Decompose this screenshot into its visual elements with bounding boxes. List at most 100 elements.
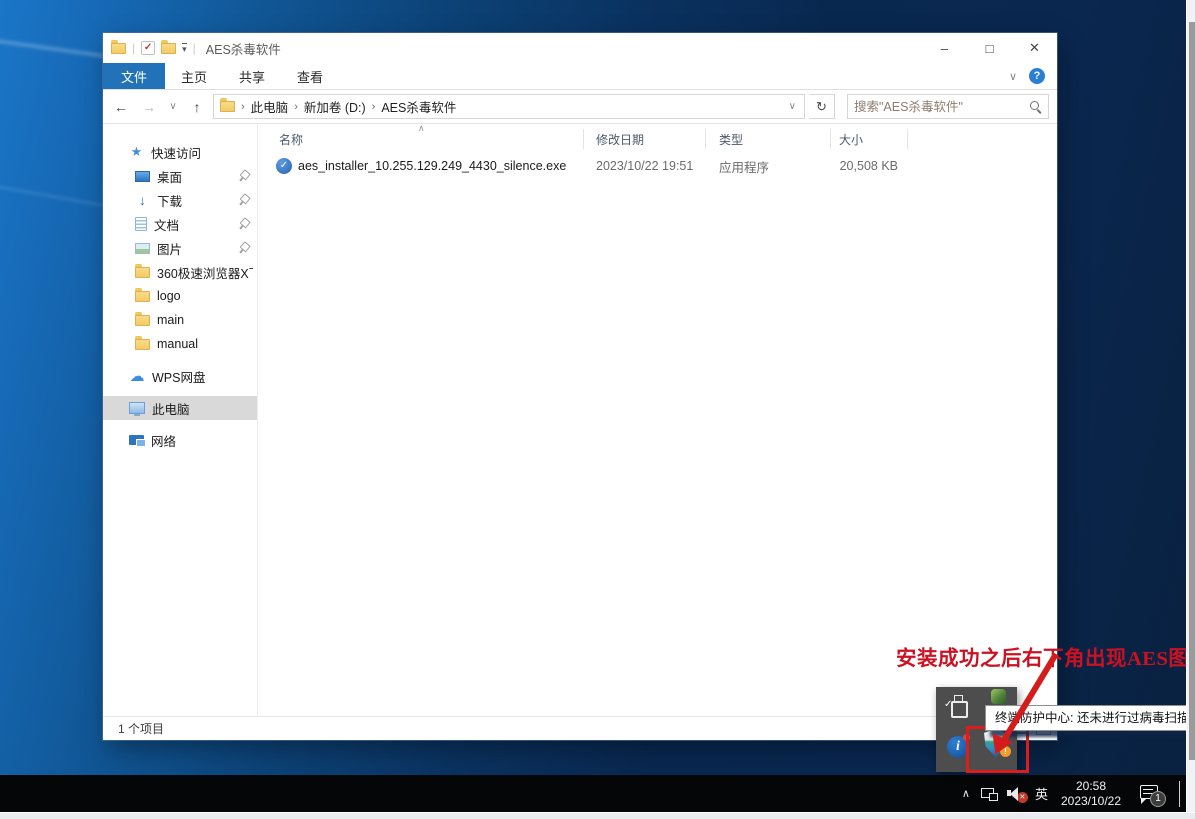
column-header-date-modified[interactable]: 修改日期 xyxy=(584,129,706,149)
column-header-type[interactable]: 类型 xyxy=(706,129,831,149)
search-icon[interactable] xyxy=(1029,100,1042,113)
network-tray-icon[interactable] xyxy=(981,787,998,801)
sidebar-item-label: main xyxy=(157,313,184,327)
usb-device-icon[interactable] xyxy=(950,695,966,717)
back-button[interactable]: ← xyxy=(109,95,133,119)
tab-view[interactable]: 查看 xyxy=(281,63,339,89)
tab-share[interactable]: 共享 xyxy=(223,63,281,89)
qat-dropdown-icon[interactable]: ▾ xyxy=(182,43,187,53)
sidebar-item-360-browser-downloads[interactable]: 360极速浏览器X下载 xyxy=(103,260,257,284)
viewer-horizontal-scrollbar[interactable] xyxy=(0,812,1195,819)
breadcrumb-separator: › xyxy=(241,101,245,113)
forward-button[interactable]: → xyxy=(137,95,161,119)
viewer-vertical-scrollbar[interactable] xyxy=(1186,0,1195,812)
sidebar-item-label: WPS网盘 xyxy=(152,367,205,386)
ime-indicator[interactable]: 英 xyxy=(1035,784,1048,803)
sidebar-item-label: 文档 xyxy=(154,215,179,234)
sidebar-item-desktop[interactable]: 桌面 xyxy=(103,164,257,188)
maximize-button[interactable]: □ xyxy=(967,33,1012,63)
pin-icon xyxy=(235,216,251,232)
separator: | xyxy=(132,41,135,55)
sidebar-item-wps-cloud[interactable]: ☁ WPS网盘 xyxy=(103,364,257,388)
navigation-pane: ★ 快速访问 桌面 ↓ 下载 文档 图片 xyxy=(103,124,258,716)
ribbon-collapse-icon[interactable]: ∨ xyxy=(1009,70,1017,83)
sidebar-item-pictures[interactable]: 图片 xyxy=(103,236,257,260)
show-desktop-separator[interactable] xyxy=(1179,781,1180,807)
ribbon-tabs: 文件 主页 共享 查看 ∨ ? xyxy=(103,63,1057,90)
column-header-size[interactable]: 大小 xyxy=(831,129,908,149)
sidebar-item-network[interactable]: 网络 xyxy=(103,428,257,452)
sidebar-item-main[interactable]: main xyxy=(103,308,257,332)
file-list-pane: ∧ 名称 修改日期 类型 大小 ✓ aes_installer_10.255.1… xyxy=(258,124,1057,716)
column-headers: ∧ 名称 修改日期 类型 大小 xyxy=(258,124,1057,154)
sidebar-item-documents[interactable]: 文档 xyxy=(103,212,257,236)
properties-check-icon[interactable]: ✓ xyxy=(141,41,155,55)
file-row[interactable]: ✓ aes_installer_10.255.129.249_4430_sile… xyxy=(258,154,1057,178)
ribbon-right-controls: ∨ ? xyxy=(1009,63,1057,89)
taskbar[interactable]: ∧ ✕ 英 20:58 2023/10/22 1 xyxy=(0,775,1186,812)
cloud-icon: ☁ xyxy=(129,367,145,385)
breadcrumb-this-pc[interactable]: 此电脑 xyxy=(251,97,289,116)
pin-icon xyxy=(235,192,251,208)
volume-muted-icon[interactable]: ✕ xyxy=(1007,786,1026,801)
file-type-cell: 应用程序 xyxy=(706,157,831,176)
file-name: aes_installer_10.255.129.249_4430_silenc… xyxy=(298,159,566,173)
tab-home[interactable]: 主页 xyxy=(165,63,223,89)
sidebar-item-label: 图片 xyxy=(157,239,182,258)
system-tray: ∧ ✕ 英 20:58 2023/10/22 1 xyxy=(960,775,1180,812)
sidebar-item-label: 快速访问 xyxy=(151,143,201,162)
history-dropdown-icon[interactable]: ∨ xyxy=(165,95,181,119)
network-icon xyxy=(129,435,144,445)
breadcrumb-drive-d[interactable]: 新加卷 (D:) xyxy=(304,97,366,116)
picture-icon xyxy=(135,243,150,254)
sidebar-item-downloads[interactable]: ↓ 下载 xyxy=(103,188,257,212)
sidebar-item-label: 桌面 xyxy=(157,167,182,186)
pin-icon xyxy=(235,168,251,184)
notification-badge: 1 xyxy=(1150,791,1166,807)
sidebar-item-logo[interactable]: logo xyxy=(103,284,257,308)
computer-icon xyxy=(129,402,145,414)
show-hidden-icons-icon[interactable]: ∧ xyxy=(960,787,972,800)
quick-access-toolbar: | ✓ ▾ | xyxy=(103,41,196,55)
help-icon[interactable]: ? xyxy=(1029,68,1045,84)
address-bar: ← → ∨ ↑ › 此电脑 › 新加卷 (D:) › AES杀毒软件 ∨ ↻ xyxy=(103,90,1057,124)
sidebar-item-this-pc[interactable]: 此电脑 xyxy=(103,396,257,420)
sidebar-item-manual[interactable]: manual xyxy=(103,332,257,356)
folder-icon xyxy=(135,291,150,302)
up-button[interactable]: ↑ xyxy=(185,95,209,119)
new-folder-icon[interactable] xyxy=(161,43,176,54)
annotation-arrow xyxy=(980,640,1080,765)
sidebar-item-quick-access[interactable]: ★ 快速访问 xyxy=(103,140,257,164)
star-icon: ★ xyxy=(129,144,144,160)
tab-file[interactable]: 文件 xyxy=(103,63,165,89)
clock[interactable]: 20:58 2023/10/22 xyxy=(1057,779,1125,809)
folder-icon xyxy=(135,267,150,278)
address-dropdown-icon[interactable]: ∨ xyxy=(785,101,800,112)
folder-icon xyxy=(135,315,150,326)
action-center[interactable]: 1 xyxy=(1140,783,1166,805)
screen: { "colors": { "accent_tab": "#2272b9", "… xyxy=(0,0,1195,819)
search-box[interactable] xyxy=(847,94,1049,119)
folder-icon xyxy=(135,339,150,350)
minimize-button[interactable]: – xyxy=(922,33,967,63)
explorer-window: | ✓ ▾ | AES杀毒软件 – □ ✕ 文件 主页 共享 查看 ∨ ? ← … xyxy=(103,33,1057,740)
mute-x-icon: ✕ xyxy=(1017,792,1028,803)
usb-check-icon: ✓ xyxy=(944,699,952,710)
sidebar-item-label: logo xyxy=(157,289,181,303)
file-name-cell[interactable]: ✓ aes_installer_10.255.129.249_4430_sile… xyxy=(258,158,584,174)
desktop-icon xyxy=(135,171,150,182)
installer-shield-icon: ✓ xyxy=(276,158,292,174)
scrollbar-thumb[interactable] xyxy=(1189,22,1195,760)
address-field[interactable]: › 此电脑 › 新加卷 (D:) › AES杀毒软件 ∨ xyxy=(213,94,805,119)
close-button[interactable]: ✕ xyxy=(1012,33,1057,63)
window-folder-icon xyxy=(111,43,126,54)
window-controls: – □ ✕ xyxy=(922,33,1057,63)
breadcrumb-current-folder[interactable]: AES杀毒软件 xyxy=(381,97,456,116)
download-icon: ↓ xyxy=(135,192,150,208)
status-bar: 1 个项目 xyxy=(103,716,1057,740)
window-title: AES杀毒软件 xyxy=(206,39,281,58)
sidebar-item-label: 360极速浏览器X下载 xyxy=(157,263,253,282)
file-rows: ✓ aes_installer_10.255.129.249_4430_sile… xyxy=(258,154,1057,716)
refresh-button[interactable]: ↻ xyxy=(809,94,835,119)
search-input[interactable] xyxy=(854,100,1029,114)
